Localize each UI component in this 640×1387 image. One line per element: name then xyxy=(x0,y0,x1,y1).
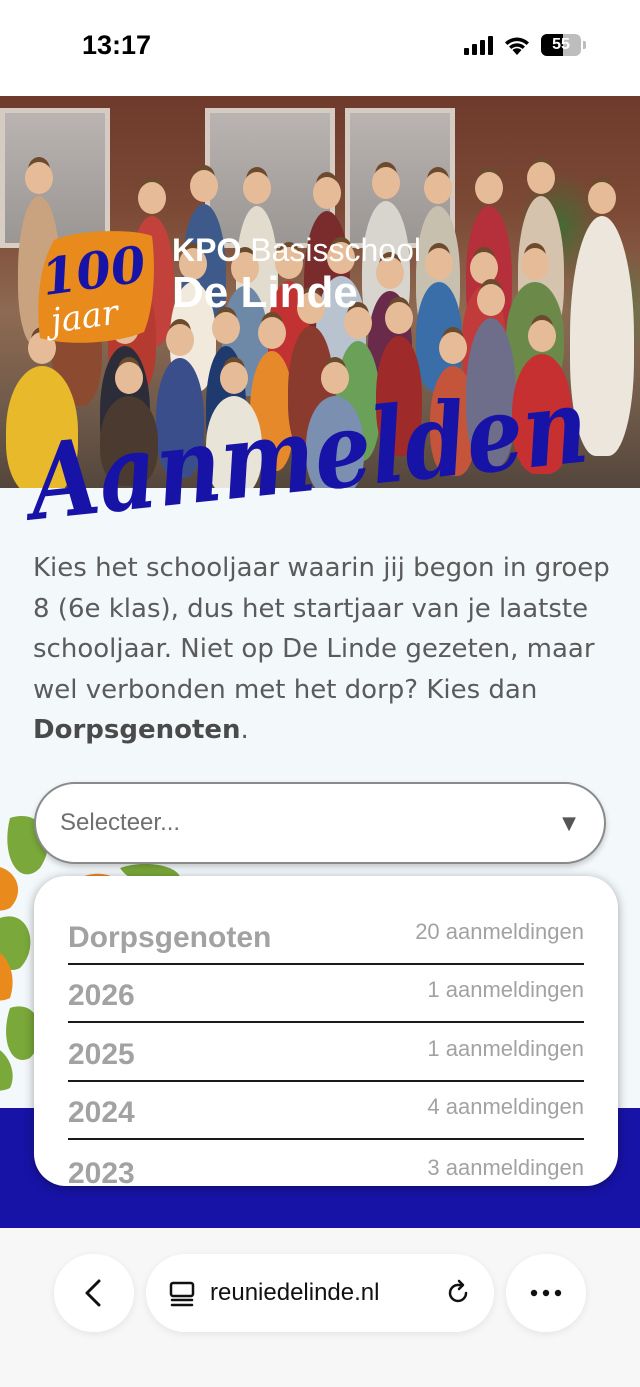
back-icon xyxy=(85,1279,101,1307)
battery-icon: 55 xyxy=(541,34,581,56)
option-label: 2023 xyxy=(68,1156,135,1187)
option-count: 20 aanmeldingen xyxy=(415,918,584,944)
status-bar: 13:17 55 xyxy=(0,0,640,96)
option-count: 4 aanmeldingen xyxy=(427,1094,584,1119)
school-logo-text: KPO Basisschool De Linde xyxy=(172,232,421,318)
100-jaar-logo: 100 jaar xyxy=(38,231,154,343)
address-bar[interactable]: reuniedelinde.nl xyxy=(146,1254,494,1332)
option-label: Dorpsgenoten xyxy=(68,920,272,954)
browser-toolbar: reuniedelinde.nl xyxy=(0,1228,640,1387)
status-time: 13:17 xyxy=(82,30,152,60)
option-label: 2026 xyxy=(68,979,135,1012)
back-button[interactable] xyxy=(54,1254,134,1332)
option-count: 1 aanmeldingen xyxy=(427,977,584,1002)
status-icons: 55 xyxy=(464,34,586,56)
school-org-prefix: KPO xyxy=(172,232,242,268)
wifi-icon xyxy=(505,37,529,55)
chevron-down-icon: ▼ xyxy=(562,812,576,834)
more-button[interactable] xyxy=(506,1254,586,1332)
school-org-suffix: Basisschool xyxy=(250,232,421,268)
option-label: 2024 xyxy=(68,1096,135,1129)
school-name: De Linde xyxy=(172,268,358,317)
intro-end: . xyxy=(240,715,249,745)
intro-text: Kies het schooljaar waarin jij begon in … xyxy=(33,553,610,705)
intro-highlight: Dorpsgenoten xyxy=(33,715,241,745)
year-select[interactable]: Selecteer... ▼ xyxy=(34,782,606,864)
tabs-icon xyxy=(169,1281,195,1307)
option-count: 3 aanmeldingen xyxy=(427,1154,584,1180)
intro-paragraph: Kies het schooljaar waarin jij begon in … xyxy=(33,548,613,751)
url-text: reuniedelinde.nl xyxy=(210,1279,380,1306)
reload-icon[interactable] xyxy=(444,1279,472,1307)
select-placeholder: Selecteer... xyxy=(60,809,181,836)
option-count: 1 aanmeldingen xyxy=(427,1035,584,1061)
page-title: Aanmelden xyxy=(22,398,593,523)
option-label: 2025 xyxy=(68,1037,135,1071)
page-title-text: Aanmelden xyxy=(22,398,593,523)
school-org: KPO Basisschool xyxy=(172,232,421,268)
year-dropdown-list[interactable]: Dorpsgenoten 20 aanmeldingen 2026 1 aanm… xyxy=(34,876,618,1186)
more-icon xyxy=(530,1289,562,1297)
signal-icon xyxy=(464,35,493,55)
battery-level: 55 xyxy=(552,36,570,53)
dropdown-option-2026[interactable]: 2026 1 aanmeldingen xyxy=(68,965,584,1023)
dropdown-option-2023[interactable]: 2023 3 aanmeldingen xyxy=(68,1140,584,1187)
dropdown-option-dorpsgenoten[interactable]: Dorpsgenoten 20 aanmeldingen xyxy=(68,906,584,965)
dropdown-option-2024[interactable]: 2024 4 aanmeldingen xyxy=(68,1082,584,1140)
dropdown-option-2025[interactable]: 2025 1 aanmeldingen xyxy=(68,1023,584,1082)
